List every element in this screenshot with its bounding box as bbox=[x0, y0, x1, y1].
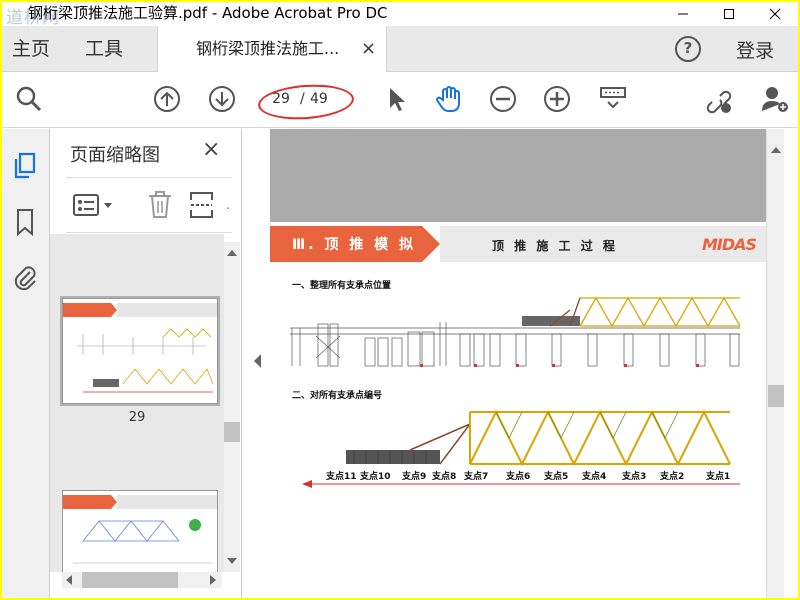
hand-icon[interactable] bbox=[434, 84, 464, 114]
section-banner: Ⅲ. 顶 推 模 拟 bbox=[270, 226, 440, 262]
scroll-thumb[interactable] bbox=[224, 422, 240, 442]
scroll-right-arrow[interactable] bbox=[210, 575, 216, 585]
section-label: Ⅲ. 顶 推 模 拟 bbox=[292, 237, 417, 253]
search-icon[interactable] bbox=[14, 84, 44, 114]
support-label: 支点4 bbox=[582, 472, 607, 482]
support-positions-diagram bbox=[290, 296, 741, 367]
insert-page-icon[interactable] bbox=[188, 190, 216, 220]
scroll-thumb[interactable] bbox=[768, 385, 784, 407]
attachment-icon[interactable] bbox=[11, 263, 39, 293]
minimize-button[interactable] bbox=[660, 2, 706, 26]
login-button[interactable]: 登录 bbox=[736, 26, 774, 76]
share-link-icon[interactable] bbox=[704, 84, 734, 114]
pdf-page: Ⅲ. 顶 推 模 拟 顶 推 施 工 过 程 MIDAS 一、整理所有支承点位置 bbox=[270, 222, 766, 598]
add-user-icon[interactable] bbox=[760, 84, 790, 114]
scroll-left-arrow[interactable] bbox=[66, 575, 72, 585]
scroll-up-arrow[interactable] bbox=[771, 147, 781, 153]
slide-header: Ⅲ. 顶 推 模 拟 顶 推 施 工 过 程 MIDAS bbox=[270, 222, 766, 266]
thumbnail-page-30[interactable] bbox=[62, 490, 218, 572]
toolbar-overflow[interactable]: . bbox=[226, 198, 230, 212]
scroll-down-arrow[interactable] bbox=[227, 558, 237, 564]
maximize-button[interactable] bbox=[706, 2, 752, 26]
title-bar: 道桥网 钢桁梁顶推法施工验算.pdf - Adobe Acrobat Pro D… bbox=[2, 2, 798, 28]
maximize-icon bbox=[724, 9, 734, 19]
close-icon bbox=[769, 8, 781, 20]
page-up-icon[interactable] bbox=[152, 84, 182, 114]
close-tab-button[interactable]: × bbox=[361, 26, 376, 72]
document-tab-label: 钢桁梁顶推法施工... bbox=[196, 39, 340, 58]
thumbnail-horizontal-scrollbar[interactable] bbox=[62, 572, 222, 588]
thumbnail-preview bbox=[63, 491, 217, 572]
thumbnail-options-icon[interactable] bbox=[72, 192, 118, 218]
support-label: 支点8 bbox=[432, 472, 457, 482]
support-label: 支点3 bbox=[622, 472, 647, 482]
thumbnail-page-29[interactable] bbox=[60, 296, 220, 406]
support-label: 支点2 bbox=[660, 472, 685, 482]
heading-support-numbering: 二、对所有支承点编号 bbox=[292, 391, 383, 401]
zoom-out-icon[interactable] bbox=[488, 84, 518, 114]
brand-logo: MIDAS bbox=[702, 235, 757, 254]
slide-title: 顶 推 施 工 过 程 bbox=[492, 239, 618, 253]
horizontal-scroll-thumb[interactable] bbox=[82, 572, 178, 588]
page-down-icon[interactable] bbox=[207, 84, 237, 114]
thumbnail-toolbar: . bbox=[66, 177, 232, 233]
select-arrow-icon[interactable] bbox=[382, 84, 412, 114]
support-label: 支点6 bbox=[506, 472, 531, 482]
thumbnail-preview bbox=[63, 299, 217, 403]
toolbar: 29 / 49 bbox=[2, 72, 798, 128]
thumbnail-page-number: 29 bbox=[128, 410, 146, 425]
minimize-icon bbox=[678, 13, 688, 15]
zoom-in-icon[interactable] bbox=[542, 84, 572, 114]
document-scrollbar[interactable] bbox=[766, 129, 784, 598]
help-button[interactable]: ? bbox=[675, 36, 701, 62]
tab-bar: 主页 工具 钢桁梁顶推法施工... × ? 登录 bbox=[2, 26, 798, 72]
tab-tools[interactable]: 工具 bbox=[85, 26, 123, 72]
support-label: 支点9 bbox=[402, 472, 427, 482]
tab-document[interactable]: 钢桁梁顶推法施工... × bbox=[157, 26, 387, 72]
bookmark-icon[interactable] bbox=[11, 207, 39, 237]
tab-home[interactable]: 主页 bbox=[12, 26, 50, 72]
close-panel-button[interactable]: × bbox=[202, 137, 220, 162]
close-window-button[interactable] bbox=[752, 2, 798, 26]
collapse-panel-arrow[interactable] bbox=[254, 354, 261, 368]
acrobat-window: 道桥网 钢桁梁顶推法施工验算.pdf - Adobe Acrobat Pro D… bbox=[2, 2, 798, 598]
pages-icon[interactable] bbox=[11, 151, 39, 181]
delete-icon[interactable] bbox=[146, 190, 174, 220]
support-label: 支点7 bbox=[464, 472, 489, 482]
scroll-up-arrow[interactable] bbox=[227, 250, 237, 256]
support-label: 支点1 bbox=[706, 472, 731, 482]
left-navigation-rail bbox=[2, 129, 50, 598]
support-label: 支点11 bbox=[326, 472, 357, 482]
support-label: 支点10 bbox=[360, 472, 391, 482]
thumbnail-list: 29 bbox=[50, 234, 224, 572]
thumbnail-scrollbar[interactable] bbox=[224, 242, 240, 572]
right-pane-edge bbox=[784, 129, 798, 598]
support-label: 支点5 bbox=[544, 472, 569, 482]
scroll-mode-icon[interactable] bbox=[598, 84, 628, 114]
window-title: 钢桁梁顶推法施工验算.pdf - Adobe Acrobat Pro DC bbox=[28, 4, 388, 22]
thumbnail-panel-title: 页面缩略图 bbox=[70, 145, 160, 166]
